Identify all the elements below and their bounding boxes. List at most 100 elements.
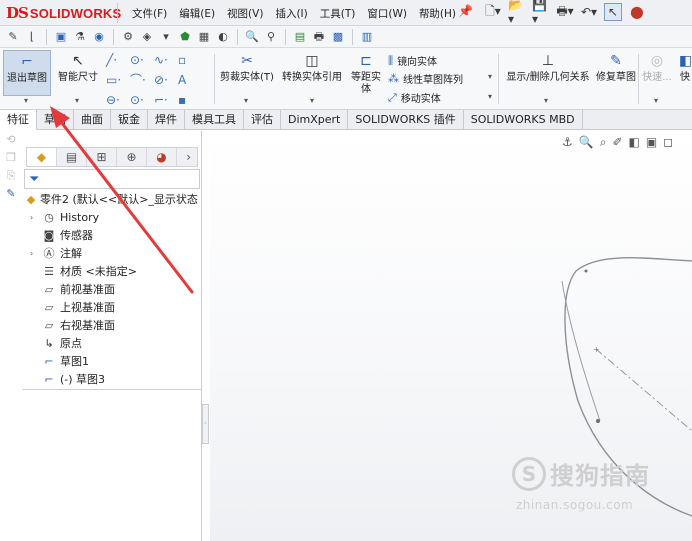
repair-sketch-button[interactable]: ✎ 修复草图: [596, 50, 636, 102]
chevron-right-icon[interactable]: ›: [177, 148, 197, 166]
sketch-edit-icon[interactable]: ✎: [3, 187, 19, 203]
open-icon[interactable]: 📂▾: [508, 0, 526, 26]
paste-icon[interactable]: ⎘: [3, 169, 19, 185]
photo-icon[interactable]: ▩: [331, 30, 345, 44]
table-icon[interactable]: ▥: [360, 30, 374, 44]
smart-dimension-button[interactable]: ↖ 智能尺寸: [54, 50, 102, 96]
move-entities-button[interactable]: ⤢ 移动实体: [388, 90, 441, 106]
tree-root[interactable]: ◆ 零件2 (默认<<默认>_显示状态: [22, 191, 202, 209]
menu-view[interactable]: 视图(V): [225, 5, 265, 22]
rebuild-icon[interactable]: ⟲: [3, 133, 19, 149]
rectangle-tool-icon[interactable]: ▭·: [106, 72, 130, 88]
menu-edit[interactable]: 编辑(E): [177, 5, 217, 22]
copy-icon[interactable]: ❐: [3, 151, 19, 167]
convert-entities-button[interactable]: ◫ 转换实体引用: [278, 50, 346, 96]
wireframe-icon[interactable]: ▦: [197, 30, 211, 44]
polygon-tool-icon[interactable]: ⊙·: [130, 92, 154, 108]
tree-item-right-plane[interactable]: ▱ 右视基准面: [22, 317, 202, 335]
tree-item-sketch3[interactable]: ⌐ (-) 草图3: [22, 371, 202, 389]
tab-sketch[interactable]: 草图: [37, 110, 74, 130]
extra-command-button[interactable]: ◧ 快: [678, 50, 692, 96]
new-document-icon[interactable]: 🗋▾: [484, 3, 502, 21]
assembly-icon[interactable]: ⚗: [73, 30, 87, 44]
tab-surfaces[interactable]: 曲面: [74, 110, 111, 130]
pattern-dropdown[interactable]: ▾: [488, 72, 492, 81]
tree-item-annotations[interactable]: › Ⓐ 注解: [22, 245, 202, 263]
text-tool-icon[interactable]: A: [178, 72, 202, 88]
smart-dimension-dropdown[interactable]: ▾: [75, 96, 79, 105]
point-tool-icon[interactable]: ▫: [178, 52, 202, 68]
fillet-tool-icon[interactable]: ⌐·: [154, 92, 178, 108]
line-tool-icon[interactable]: ╱·: [106, 52, 130, 68]
tree-item-sensors[interactable]: ◙ 传感器: [22, 227, 202, 245]
layer-icon[interactable]: ▤: [293, 30, 307, 44]
exit-sketch-dropdown[interactable]: ▾: [24, 96, 28, 105]
menu-tools[interactable]: 工具(T): [318, 5, 358, 22]
tab-mold-tools[interactable]: 模具工具: [185, 110, 244, 130]
property-manager-tab-icon[interactable]: ▤: [57, 148, 87, 166]
expand-icon[interactable]: ›: [30, 245, 38, 263]
relations-dropdown[interactable]: ▾: [544, 96, 548, 105]
line-icon[interactable]: ⌊: [25, 30, 39, 44]
save-icon[interactable]: 💾▾: [532, 0, 550, 26]
panel-splitter-handle[interactable]: ◦: [202, 404, 209, 444]
display-relations-button[interactable]: ⊥ 显示/删除几何关系: [502, 50, 594, 96]
plane-tool-icon[interactable]: ▪: [178, 92, 202, 108]
ellipse-tool-icon[interactable]: ⊘·: [154, 72, 178, 88]
convert-dropdown[interactable]: ▾: [310, 96, 314, 105]
tab-dimxpert[interactable]: DimXpert: [281, 110, 349, 130]
globe-icon[interactable]: ◉: [92, 30, 106, 44]
binoculars-icon[interactable]: ⚲: [264, 30, 278, 44]
undo-icon[interactable]: ↶▾: [580, 3, 598, 21]
dimxpert-manager-tab-icon[interactable]: ⊕: [117, 148, 147, 166]
circle-tool-icon[interactable]: ⊙·: [130, 52, 154, 68]
hole-icon[interactable]: ◐: [216, 30, 230, 44]
sketch-mode-icon[interactable]: ✎: [6, 30, 20, 44]
shape-icon[interactable]: ⬟: [178, 30, 192, 44]
tree-item-material[interactable]: ☰ 材质 <未指定>: [22, 263, 202, 281]
move-dropdown[interactable]: ▾: [488, 92, 492, 101]
menu-window[interactable]: 窗口(W): [365, 5, 409, 22]
tab-evaluate[interactable]: 评估: [244, 110, 281, 130]
tree-item-front-plane[interactable]: ▱ 前视基准面: [22, 281, 202, 299]
fillet-icon[interactable]: ▾: [159, 30, 173, 44]
solidworks-logo[interactable]: DS SOLIDWORKS: [6, 4, 121, 22]
menu-insert[interactable]: 插入(I): [273, 5, 309, 22]
display-icon[interactable]: ▣: [54, 30, 68, 44]
filter-input[interactable]: ⏷: [24, 169, 200, 189]
linear-pattern-button[interactable]: ⁂ 线性草图阵列: [388, 71, 463, 86]
menu-file[interactable]: 文件(F): [130, 5, 169, 22]
display-manager-tab-icon[interactable]: ◕: [147, 148, 177, 166]
quick-snaps-button[interactable]: ◎ 快速...: [640, 50, 674, 96]
menu-help[interactable]: 帮助(H): [417, 5, 458, 22]
tab-features[interactable]: 特征: [0, 110, 37, 130]
tab-mbd[interactable]: SOLIDWORKS MBD: [464, 110, 583, 130]
traffic-light-icon[interactable]: ⬤: [628, 3, 646, 21]
exit-sketch-button[interactable]: ⌐ 退出草图: [3, 50, 51, 96]
tree-item-top-plane[interactable]: ▱ 上视基准面: [22, 299, 202, 317]
tab-weldments[interactable]: 焊件: [148, 110, 185, 130]
expand-icon[interactable]: ›: [30, 209, 38, 227]
feature-icon[interactable]: ◈: [140, 30, 154, 44]
trim-dropdown[interactable]: ▾: [244, 96, 248, 105]
tree-item-history[interactable]: › ◷ History: [22, 209, 202, 227]
slot-tool-icon[interactable]: ⊖·: [106, 92, 130, 108]
quick-snaps-dropdown[interactable]: ▾: [654, 96, 658, 105]
spline-tool-icon[interactable]: ∿·: [154, 52, 178, 68]
select-pointer-icon[interactable]: ↖: [604, 3, 622, 21]
tree-item-origin[interactable]: ↳ 原点: [22, 335, 202, 353]
print-preview-icon[interactable]: 🖶: [312, 30, 326, 44]
tree-item-sketch1[interactable]: ⌐ 草图1: [22, 353, 202, 371]
tab-sheet-metal[interactable]: 钣金: [111, 110, 148, 130]
arc-tool-icon[interactable]: ⌒·: [130, 72, 154, 88]
settings-icon[interactable]: ⚙: [121, 30, 135, 44]
tab-addins[interactable]: SOLIDWORKS 插件: [348, 110, 464, 130]
pin-menu-icon[interactable]: 📌: [458, 4, 473, 18]
feature-manager-tab-icon[interactable]: ◆: [27, 148, 57, 166]
offset-entities-button[interactable]: ⊏ 等距实体: [349, 50, 383, 100]
zoom-icon[interactable]: 🔍: [245, 30, 259, 44]
configuration-manager-tab-icon[interactable]: ⊞: [87, 148, 117, 166]
mirror-entities-button[interactable]: ⫼ 镜向实体: [388, 53, 437, 69]
print-icon[interactable]: 🖶▾: [556, 3, 574, 21]
trim-entities-button[interactable]: ✂ 剪裁实体(T): [218, 50, 276, 96]
